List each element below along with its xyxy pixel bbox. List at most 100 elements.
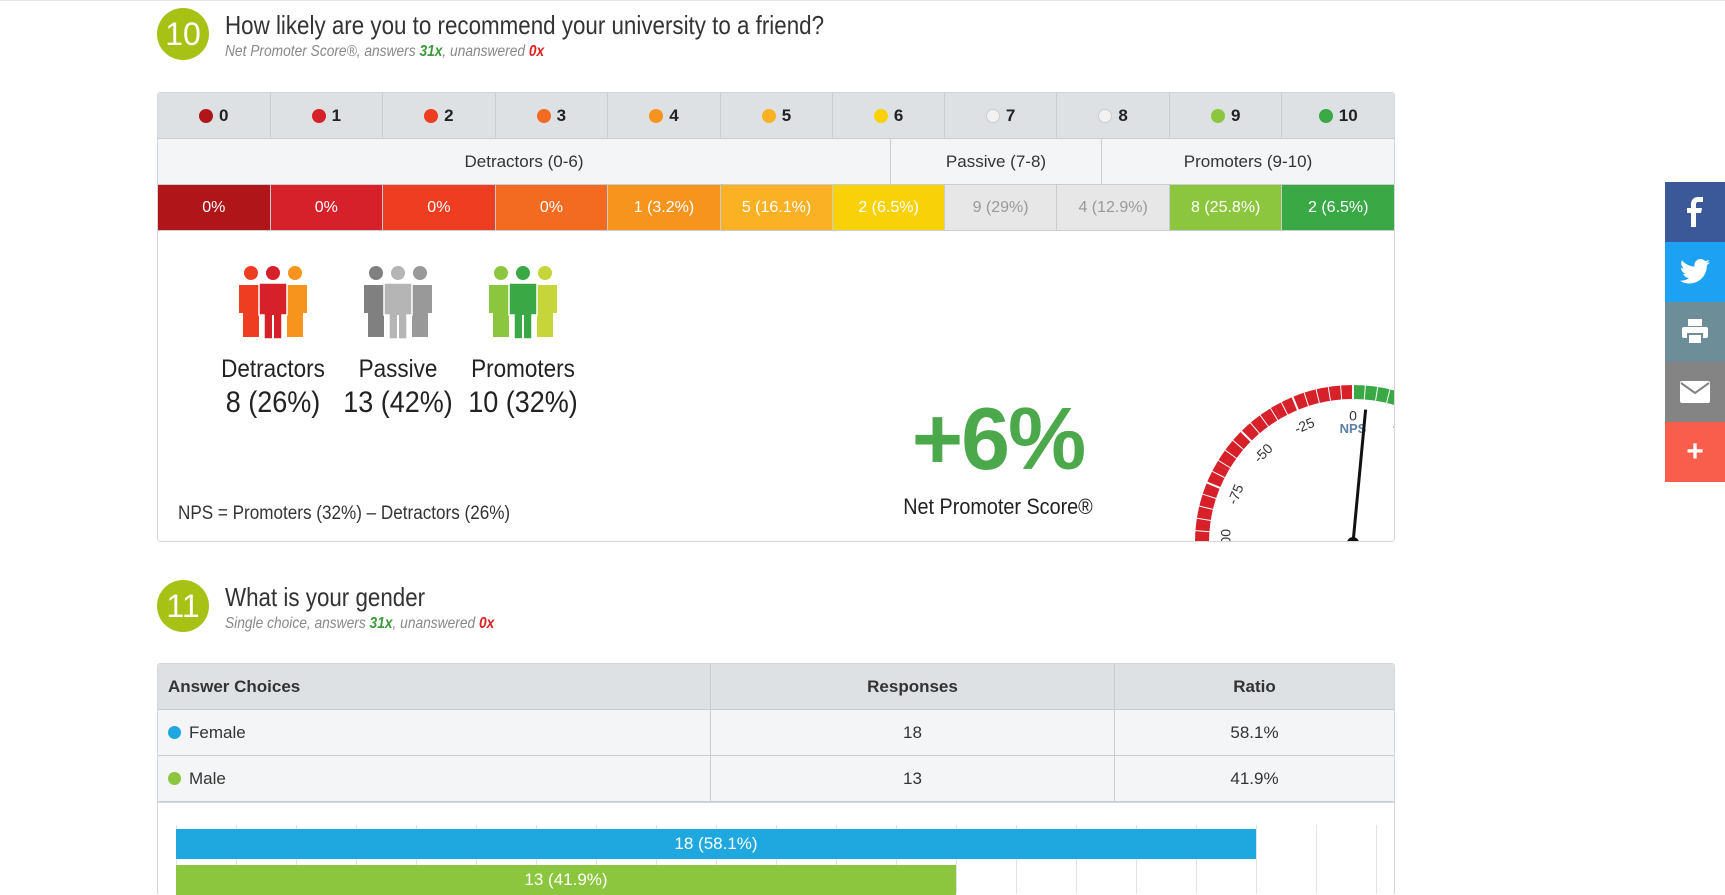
score-cell-4: 4 (608, 93, 721, 139)
header-answer-choices: Answer Choices (158, 664, 711, 709)
row-choice: Male (158, 756, 711, 801)
facebook-share-button[interactable] (1665, 182, 1725, 242)
row-ratio: 58.1% (1230, 722, 1279, 742)
subtitle-mid: , unanswered (442, 43, 529, 60)
question-subtitle: Net Promoter Score®, answers 31x, unansw… (225, 43, 544, 61)
email-share-button[interactable] (1665, 362, 1725, 422)
group-promoters: Promoters (9-10) (1102, 139, 1394, 185)
gauge-tick-label: -100 (1218, 529, 1234, 542)
group-name: Detractors (221, 355, 325, 383)
value-cell: 8 (25.8%) (1169, 185, 1283, 231)
score-label: 10 (1338, 105, 1358, 125)
group-name: Passive (358, 355, 438, 383)
nps-score: +6% Net Promoter Score® (878, 388, 1118, 520)
score-dot (536, 108, 551, 123)
score-label: 0 (219, 105, 229, 125)
score-label: 3 (556, 105, 567, 125)
value-cell: 1 (3.2%) (608, 185, 721, 231)
score-dot (1098, 108, 1113, 123)
group-name: Promoters (471, 355, 575, 383)
print-share-button[interactable] (1665, 302, 1725, 362)
score-dot (873, 108, 888, 123)
score-dot (311, 108, 326, 123)
row-responses: 13 (711, 756, 1115, 801)
score-cell-8: 8 (1057, 93, 1170, 139)
gauge-tick-label: -25 (1292, 414, 1317, 437)
group-value: 8 (26%) (225, 386, 321, 419)
unanswered-count: 0x (478, 615, 495, 632)
score-dot (1318, 108, 1333, 123)
people-icon (489, 266, 557, 340)
group-detractors: Detractors (0-6) (158, 139, 891, 185)
print-icon (1682, 319, 1708, 345)
gender-table: Answer Choices Responses Ratio Female 18… (157, 663, 1395, 803)
chart-gridline (1256, 825, 1257, 894)
score-dot (199, 108, 214, 123)
gauge-tick-label: 25 (1391, 415, 1395, 436)
group-value: 13 (42%) (343, 386, 453, 419)
score-label: 8 (1118, 105, 1128, 125)
group-passive: Passive (7-8) (891, 139, 1102, 185)
value-cell: 4 (12.9%) (1057, 185, 1170, 231)
nps-distribution-table: 0 1 2 3 4 5 6 7 8 9 10 Detractors (0-6) Passive (7… (158, 93, 1394, 231)
value-cell: 5 (16.1%) (720, 185, 834, 231)
chart-gridline (1376, 825, 1377, 894)
score-cell-10: 10 (1282, 93, 1394, 139)
nps-formula: NPS = Promoters (32%) – Detractors (26%) (178, 503, 511, 524)
twitter-share-button[interactable] (1665, 242, 1725, 302)
question-number: 11 (157, 580, 209, 632)
gauge-tick-label: -75 (1224, 482, 1247, 507)
value-cell: 9 (29%) (944, 185, 1058, 231)
question-number: 10 (157, 8, 209, 60)
score-label: 1 (331, 105, 342, 125)
score-cell-1: 1 (270, 93, 384, 139)
value-cell: 0% (270, 185, 384, 231)
more-share-button[interactable]: + (1665, 422, 1725, 482)
score-cell-3: 3 (495, 93, 609, 139)
group-passive: Passive 13 (42%) (333, 265, 463, 420)
header-ratio: Ratio (1233, 676, 1276, 696)
nps-gauge: -100-75-50-25 0 255075100NPS (1195, 385, 1395, 542)
value-row: 0% 0% 0% 0% 1 (3.2%) 5 (16.1%) 2 (6.5%) 9 (29%)… (158, 185, 1394, 231)
value-cell: 0% (495, 185, 609, 231)
share-sidebar: + (1665, 182, 1725, 482)
nps-score-value: +6% (911, 389, 1087, 488)
row-choice: Female (158, 710, 711, 755)
table-row: Female 18 58.1% (158, 710, 1394, 756)
score-label: 4 (669, 105, 679, 125)
question-11-header: 11 What is your gender Single choice, an… (157, 580, 1057, 640)
facebook-icon (1687, 197, 1703, 227)
score-cell-2: 2 (383, 93, 496, 139)
table-row: Male 13 41.9% (158, 756, 1394, 802)
female-color-dot (168, 726, 181, 739)
male-color-dot (168, 772, 181, 785)
row-ratio: 41.9% (1230, 768, 1279, 788)
chart-gridline (1316, 825, 1317, 894)
unanswered-count: 0x (528, 43, 545, 60)
group-row: Detractors (0-6) Passive (7-8) Promoters… (158, 139, 1394, 185)
score-cell-9: 9 (1169, 93, 1283, 139)
twitter-icon (1680, 259, 1710, 284)
subtitle-mid: , unanswered (392, 615, 479, 632)
nps-score-label: Net Promoter Score® (903, 494, 1093, 519)
subtitle-type: Single choice, answers (225, 615, 370, 632)
score-dot (985, 108, 1000, 123)
question-title: What is your gender (225, 582, 426, 612)
chart-bar-male: 13 (41.9%) (176, 865, 956, 895)
score-cell-5: 5 (720, 93, 834, 139)
gender-bar-chart: 18 (58.1%) 13 (41.9%) (157, 801, 1395, 895)
score-label: 6 (893, 105, 904, 125)
score-label: 9 (1230, 105, 1241, 125)
row-responses: 18 (711, 710, 1115, 755)
score-dot (649, 108, 664, 123)
score-dot (761, 108, 776, 123)
people-icon (239, 266, 307, 340)
score-cell-7: 7 (944, 93, 1058, 139)
value-cell: 0% (383, 185, 496, 231)
header-responses: Responses (711, 664, 1115, 709)
group-value: 10 (32%) (468, 386, 578, 419)
value-cell: 2 (6.5%) (1282, 185, 1394, 231)
question-title: How likely are you to recommend your uni… (225, 10, 825, 40)
score-label: 5 (781, 105, 792, 125)
email-icon (1680, 381, 1710, 403)
